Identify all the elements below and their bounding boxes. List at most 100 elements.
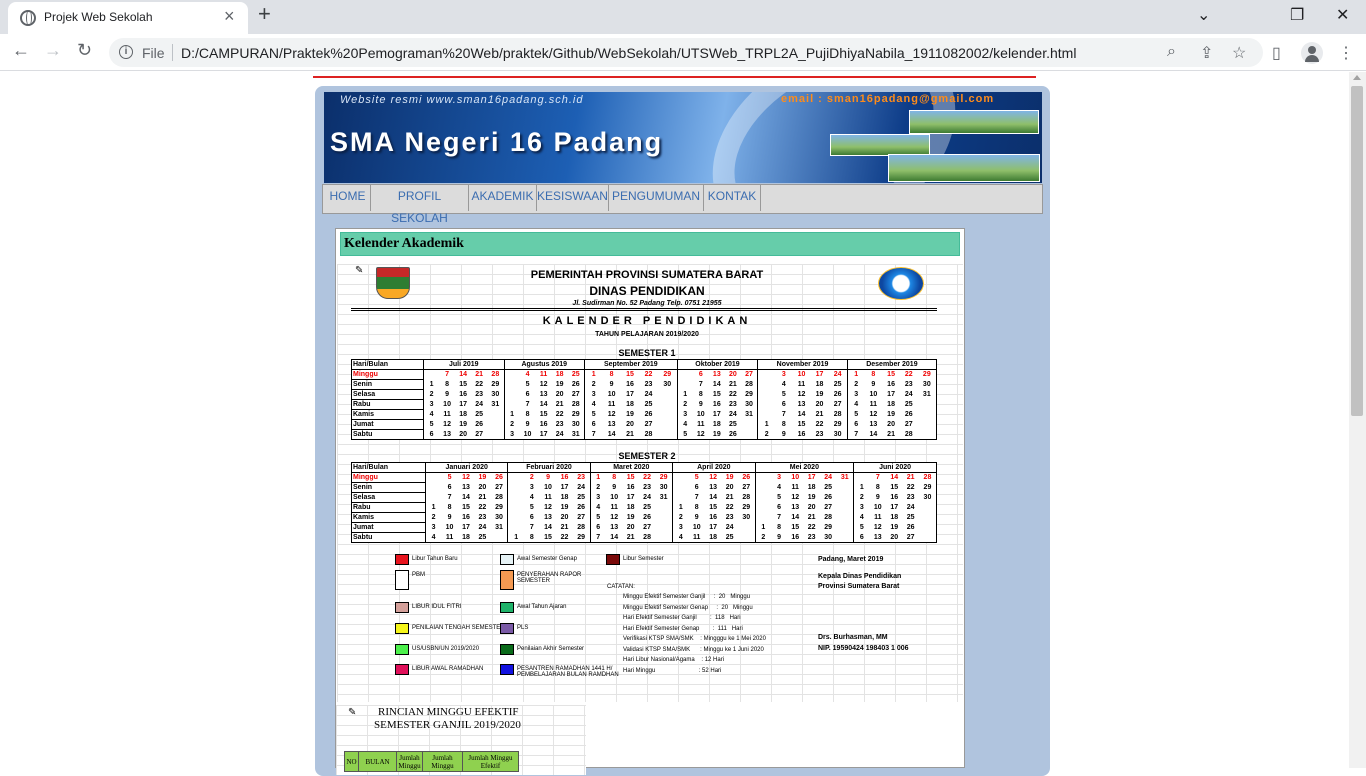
calendar-day-cell: 17 <box>807 474 816 482</box>
zoom-icon[interactable]: ⌕ <box>1167 43 1176 61</box>
day-label: Kamis <box>351 512 426 523</box>
rincian-header-jumlah-1: Jumlah Minggu <box>396 751 423 772</box>
tab-search-icon[interactable]: ⌄ <box>1197 5 1210 25</box>
new-tab-icon[interactable]: + <box>258 3 271 25</box>
calendar-day-cell: 15 <box>890 484 899 491</box>
calendar-day-cell <box>655 532 674 543</box>
calendar-day-cell <box>754 512 772 523</box>
calendar-day-cell: 21 <box>622 532 639 543</box>
calendar-day-cell: 16 <box>887 381 895 388</box>
calendar-day-cell: 16 <box>890 494 899 501</box>
month-header: November 2019 <box>757 359 848 370</box>
month-header: Juli 2019 <box>423 359 505 370</box>
day-label: Sabtu <box>351 532 426 543</box>
active-tab[interactable]: Projek Web Sekolah × <box>8 2 248 34</box>
reload-icon[interactable]: ↻ <box>77 41 92 59</box>
calendar-day-cell: 4 <box>525 371 530 379</box>
calendar-day-cell: 27 <box>902 532 919 543</box>
calendar-day-cell: 28 <box>824 514 833 521</box>
close-tab-icon[interactable]: × <box>224 7 235 25</box>
calendar-day-cell <box>487 419 505 430</box>
calendar-day-cell: 16 <box>560 474 569 482</box>
calendar-day-cell: 11 <box>697 421 705 428</box>
calendar-day-cell: 16 <box>712 401 721 408</box>
calendar-day-cell: 5 <box>676 429 693 440</box>
day-label: Selasa <box>351 492 426 503</box>
calendar-day-cell: 3 <box>583 389 603 400</box>
share-icon[interactable]: ⇪ <box>1200 43 1213 63</box>
profile-avatar-icon[interactable] <box>1301 42 1323 64</box>
menu-kesiswaan[interactable]: KESISWAAN <box>537 185 609 211</box>
calendar-day-cell: 3 <box>503 429 520 440</box>
calendar-day-cell: 4 <box>424 532 442 543</box>
calendar-day-cell <box>676 369 693 380</box>
url-text[interactable]: D:/CAMPURAN/Praktek%20Pemograman%20Web/p… <box>181 45 1076 61</box>
calendar-day-cell: 27 <box>643 524 651 531</box>
page-scrollbar[interactable] <box>1349 72 1366 768</box>
info-icon[interactable]: i <box>119 45 133 59</box>
calendar-day-cell: 3 <box>424 522 442 533</box>
scrollbar-thumb[interactable] <box>1351 86 1363 416</box>
calendar-day-cell: 5 <box>853 522 870 533</box>
forward-icon[interactable]: → <box>44 41 62 59</box>
calendar-day-cell: 5 <box>447 474 452 482</box>
restore-window-icon[interactable]: ❐ <box>1290 5 1304 25</box>
calendar-day-cell: 21 <box>620 429 640 440</box>
calendar-day-cell: 23 <box>725 514 734 521</box>
close-window-icon[interactable]: ✕ <box>1336 5 1349 25</box>
calendar-day-cell: 25 <box>906 514 915 521</box>
calendar-day-cell: 23 <box>644 381 653 388</box>
scroll-up-icon[interactable] <box>1353 75 1361 80</box>
calendar-day-cell <box>917 419 937 430</box>
side-panel-icon[interactable]: ▯ <box>1272 43 1281 63</box>
calendar-day-cell <box>754 492 772 503</box>
day-label: Selasa <box>350 389 425 400</box>
calendar-day-cell: 25 <box>643 504 651 511</box>
calendar-day-cell: 11 <box>544 494 552 501</box>
calendar-day-cell: 2 <box>583 379 603 390</box>
calendar-day-cell: 1 <box>846 369 865 380</box>
calendar-day-cell: 21 <box>475 371 484 379</box>
calendar-day-cell: 13 <box>462 484 470 491</box>
day-label: Minggu <box>350 369 425 380</box>
main-menu: HOME PROFIL SEKOLAH AKADEMIK KESISWAAN P… <box>322 184 1043 225</box>
menu-akademik[interactable]: AKADEMIK <box>469 185 537 211</box>
calendar-day-cell: 21 <box>555 401 564 408</box>
calendar-day-cell: 30 <box>819 532 837 543</box>
calendar-day-cell: 7 <box>846 429 865 440</box>
calendar-day-cell: 13 <box>712 371 721 379</box>
menu-pengumuman[interactable]: PENGUMUMAN <box>609 185 704 211</box>
globe-icon <box>20 10 36 26</box>
calendar-day-cell <box>424 492 442 503</box>
calendar-day-cell: 27 <box>490 482 509 493</box>
bookmark-star-icon[interactable]: ☆ <box>1232 43 1246 63</box>
calendar-day-cell: 25 <box>728 421 737 428</box>
menu-kontak[interactable]: KONTAK <box>704 185 761 211</box>
calendar-day-cell: 24 <box>572 482 591 493</box>
calendar-day-cell: 15 <box>626 371 634 379</box>
back-icon[interactable]: ← <box>12 41 30 59</box>
calendar-day-cell: 2 <box>676 399 693 410</box>
calendar-day-cell: 29 <box>824 524 833 531</box>
calendar-day-cell: 25 <box>828 379 848 390</box>
calendar-day-cell: 12 <box>610 514 619 521</box>
address-bar[interactable]: i File D:/CAMPURAN/Praktek%20Pemograman%… <box>109 38 1263 67</box>
menu-kebab-icon[interactable]: ⋮ <box>1338 43 1354 63</box>
menu-home[interactable]: HOME <box>325 185 371 211</box>
tut-wuri-logo-icon <box>878 267 924 300</box>
calendar-day-cell <box>487 409 505 420</box>
calendar-day-cell: 14 <box>712 381 721 388</box>
calendar-day-cell: 11 <box>874 514 882 521</box>
rincian-title-1: RINCIAN MINGGU EFEKTIF <box>378 706 519 718</box>
calendar-day-cell: 4 <box>846 399 865 410</box>
calendar-day-cell: 23 <box>728 401 737 408</box>
calendar-day-cell: 6 <box>529 514 534 521</box>
calendar-day-cell: 15 <box>539 532 557 543</box>
calendar-day-cell: 12 <box>462 474 470 482</box>
calendar-day-cell: 9 <box>698 401 703 408</box>
calendar-day-cell: 31 <box>836 472 855 483</box>
menu-profil-sekolah[interactable]: PROFIL SEKOLAH <box>371 185 469 225</box>
calendar-day-cell: 16 <box>792 429 811 440</box>
catatan-label: CATATAN: <box>607 584 635 590</box>
site-banner: Website resmi www.sman16padang.sch.id em… <box>324 92 1042 183</box>
